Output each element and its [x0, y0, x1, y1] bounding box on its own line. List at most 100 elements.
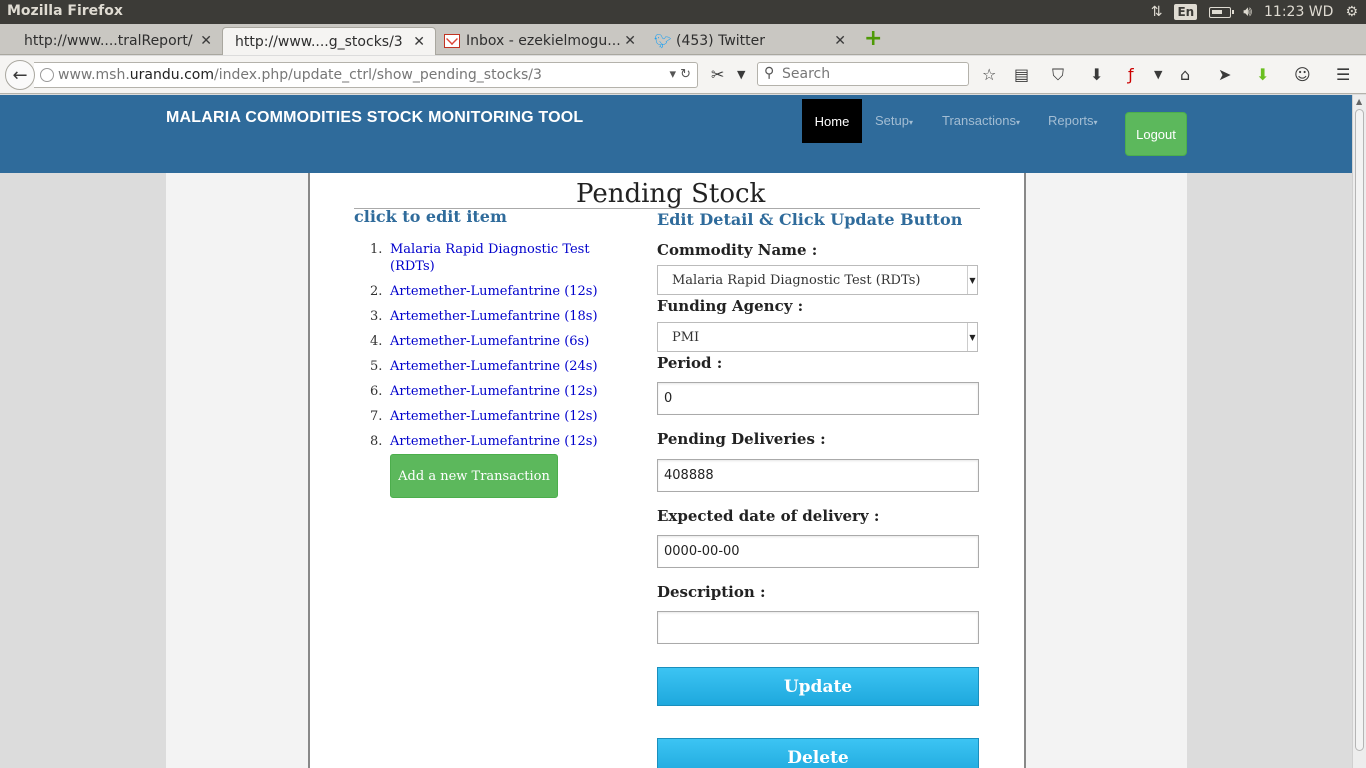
item-link[interactable]: Artemether-Lumefantrine (12s)	[390, 383, 600, 400]
volume-icon[interactable]: 🔊︎	[1243, 4, 1252, 20]
close-icon[interactable]: ✕	[200, 33, 212, 49]
item-number: 5.	[370, 359, 383, 374]
scroll-up-icon[interactable]: ▲	[1356, 97, 1362, 106]
tab-pending-stocks[interactable]: http://www....g_stocks/3 ✕	[222, 27, 436, 55]
close-icon[interactable]: ✕	[413, 34, 425, 50]
description-input[interactable]	[657, 611, 979, 644]
list-item: 7. Artemether-Lumefantrine (12s)	[370, 408, 600, 425]
bookmark-star-icon[interactable]: ☆	[982, 65, 996, 84]
item-link[interactable]: Artemether-Lumefantrine (6s)	[390, 333, 600, 350]
nav-transactions[interactable]: Transactions▾	[942, 113, 1020, 128]
list-item: 2. Artemether-Lumefantrine (12s)	[370, 283, 600, 300]
gmail-icon	[444, 34, 460, 48]
app-title: MALARIA COMMODITIES STOCK MONITORING TOO…	[166, 109, 584, 126]
item-link[interactable]: Artemether-Lumefantrine (18s)	[390, 308, 600, 325]
download-helper-icon[interactable]: ⬇	[1256, 65, 1269, 84]
twitter-bird-icon: 🐦︎	[654, 34, 672, 50]
home-icon[interactable]: ⌂	[1180, 65, 1190, 84]
page-title: Pending Stock	[576, 179, 766, 209]
reload-icon[interactable]: ▾ ↻	[669, 67, 691, 82]
pending-deliveries-label: Pending Deliveries :	[657, 430, 826, 448]
tab-central-report[interactable]: http://www....tralReport/ ✕	[0, 27, 222, 55]
tab-label: Inbox - ezekielmogu...	[466, 33, 621, 49]
send-icon[interactable]: ➤	[1218, 65, 1231, 84]
download-icon[interactable]: ⬇	[1090, 65, 1103, 84]
settings-gear-icon[interactable]: ⚙	[1345, 4, 1358, 20]
item-link[interactable]: Artemether-Lumefantrine (12s)	[390, 408, 600, 425]
back-button[interactable]: ←	[5, 60, 35, 90]
logout-button[interactable]: Logout	[1125, 112, 1187, 156]
search-input[interactable]: ⚲ Search	[757, 62, 969, 86]
commodity-name-select[interactable]: Malaria Rapid Diagnostic Test (RDTs) ▼	[657, 265, 978, 295]
tab-gmail-inbox[interactable]: Inbox - ezekielmogu... ✕	[436, 27, 646, 55]
clock[interactable]: 11:23 WD	[1264, 4, 1333, 20]
nav-reports[interactable]: Reports▾	[1048, 113, 1098, 128]
network-icon[interactable]: ⇅	[1151, 4, 1163, 20]
dropdown-arrow-icon: ▼	[967, 323, 977, 351]
url-prefix: www.msh.	[58, 67, 130, 83]
description-label: Description :	[657, 583, 766, 601]
item-link[interactable]: Malaria Rapid Diagnostic Test (RDTs)	[390, 241, 600, 275]
item-number: 8.	[370, 434, 383, 449]
pocket-icon[interactable]: ⛉	[1052, 65, 1064, 85]
period-input[interactable]: 0	[657, 382, 979, 415]
os-top-bar: Mozilla Firefox ⇅ En 🔊︎ 11:23 WD ⚙	[0, 0, 1366, 24]
tab-label: (453) Twitter	[676, 33, 766, 49]
expected-date-input[interactable]: 0000-00-00	[657, 535, 979, 568]
list-item: 1. Malaria Rapid Diagnostic Test (RDTs)	[370, 241, 600, 275]
url-path: /index.php/update_ctrl/show_pending_stoc…	[213, 67, 542, 83]
chevron-down-icon[interactable]: ▼	[737, 68, 745, 81]
delete-button[interactable]: Delete	[657, 738, 979, 768]
item-list-heading: click to edit item	[354, 207, 507, 226]
item-link[interactable]: Artemether-Lumefantrine (24s)	[390, 358, 600, 375]
update-button[interactable]: Update	[657, 667, 979, 706]
pending-deliveries-input[interactable]: 408888	[657, 459, 979, 492]
caret-down-icon: ▾	[908, 118, 913, 127]
window-title: Mozilla Firefox	[7, 3, 123, 19]
nav-reports-label: Reports	[1048, 113, 1094, 128]
keyboard-layout-indicator[interactable]: En	[1174, 4, 1198, 20]
tab-twitter[interactable]: 🐦︎ (453) Twitter ✕	[646, 27, 856, 55]
list-item: 5. Artemether-Lumefantrine (24s)	[370, 358, 600, 375]
chat-icon[interactable]: ☺	[1294, 65, 1311, 84]
commodity-name-label: Commodity Name :	[657, 241, 818, 259]
flash-icon[interactable]: ƒ	[1128, 65, 1134, 84]
battery-icon[interactable]	[1209, 6, 1235, 18]
item-number: 2.	[370, 284, 383, 299]
scrollbar-thumb[interactable]	[1355, 109, 1364, 751]
item-link[interactable]: Artemether-Lumefantrine (12s)	[390, 283, 600, 300]
commodity-name-value: Malaria Rapid Diagnostic Test (RDTs)	[672, 272, 921, 288]
addon-blocked-icon[interactable]: ✂	[711, 65, 724, 84]
funding-agency-select[interactable]: PMI ▼	[657, 322, 978, 352]
nav-setup[interactable]: Setup▾	[875, 113, 913, 128]
nav-home[interactable]: Home	[802, 99, 862, 143]
add-transaction-button[interactable]: Add a new Transaction	[390, 454, 558, 498]
reading-list-icon[interactable]: ▤	[1014, 65, 1029, 84]
url-host: urandu.com	[129, 67, 214, 83]
nav-transactions-label: Transactions	[942, 113, 1016, 128]
nav-setup-label: Setup	[875, 113, 909, 128]
list-item: 3. Artemether-Lumefantrine (18s)	[370, 308, 600, 325]
new-tab-plus-icon[interactable]: +	[864, 28, 882, 50]
tab-strip: http://www....tralReport/ ✕ http://www..…	[0, 24, 1366, 55]
funding-agency-value: PMI	[672, 329, 700, 345]
url-bar[interactable]: www.msh. urandu.com/index.php/update_ctrl…	[34, 62, 698, 88]
close-icon[interactable]: ✕	[834, 33, 846, 49]
tab-label: http://www....g_stocks/3	[235, 33, 403, 50]
caret-down-icon: ▾	[1015, 118, 1020, 127]
list-item: 6. Artemether-Lumefantrine (12s)	[370, 383, 600, 400]
list-item: 4. Artemether-Lumefantrine (6s)	[370, 333, 600, 350]
globe-icon	[40, 68, 54, 82]
search-placeholder: Search	[782, 66, 831, 82]
item-number: 6.	[370, 384, 383, 399]
funding-agency-label: Funding Agency :	[657, 297, 804, 315]
vertical-scrollbar[interactable]: ▲	[1352, 95, 1366, 768]
menu-hamburger-icon[interactable]: ☰	[1336, 65, 1350, 84]
caret-down-icon: ▾	[1093, 118, 1098, 127]
item-link[interactable]: Artemether-Lumefantrine (12s)	[390, 433, 600, 450]
period-label: Period :	[657, 354, 723, 372]
close-icon[interactable]: ✕	[624, 33, 636, 49]
tab-label: http://www....tralReport/	[24, 33, 193, 49]
chevron-down-icon[interactable]: ▼	[1154, 68, 1162, 81]
item-number: 4.	[370, 334, 383, 349]
